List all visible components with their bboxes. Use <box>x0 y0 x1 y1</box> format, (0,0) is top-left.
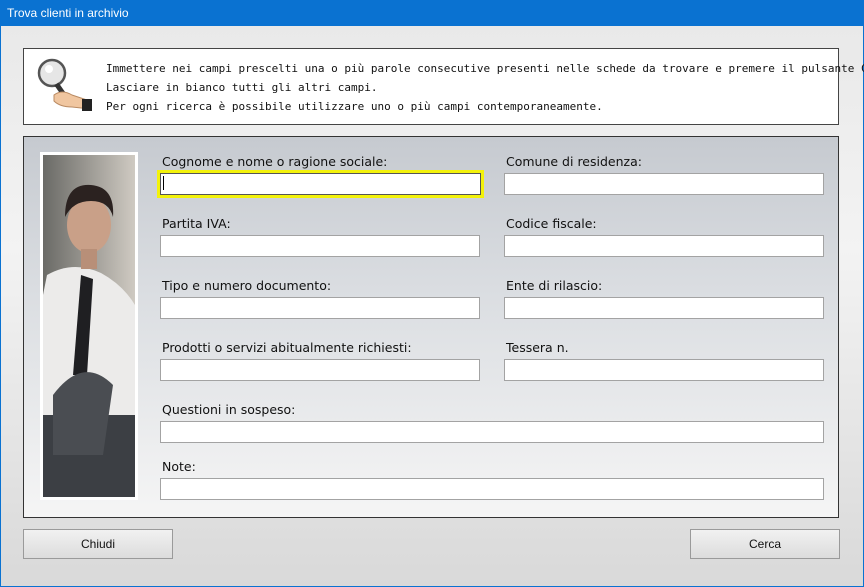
client-photo <box>40 152 138 500</box>
questioni-label: Questioni in sospeso: <box>162 402 296 417</box>
ente-input[interactable] <box>504 297 824 319</box>
questioni-input[interactable] <box>160 421 824 443</box>
documento-input[interactable] <box>160 297 480 319</box>
note-input[interactable] <box>160 478 824 500</box>
documento-label: Tipo e numero documento: <box>162 278 332 293</box>
cognome-nome-input[interactable] <box>157 170 484 198</box>
info-box: Immettere nei campi prescelti una o più … <box>23 48 864 125</box>
tessera-label: Tessera n. <box>506 340 569 355</box>
ente-label: Ente di rilascio: <box>506 278 603 293</box>
codice-fiscale-label: Codice fiscale: <box>506 216 597 231</box>
search-button[interactable]: Cerca <box>690 529 840 559</box>
window-title: Trova clienti in archivio <box>0 0 864 26</box>
info-line-1: Immettere nei campi prescelti una o più … <box>106 62 864 75</box>
close-button[interactable]: Chiudi <box>23 529 173 559</box>
codice-fiscale-input[interactable] <box>504 235 824 257</box>
note-label: Note: <box>162 459 196 474</box>
search-panel: Cognome e nome o ragione sociale: Comune… <box>23 136 839 518</box>
tessera-input[interactable] <box>504 359 824 381</box>
man-photo-image <box>43 155 135 497</box>
comune-input[interactable] <box>504 173 824 195</box>
text-caret <box>163 176 164 190</box>
info-line-2: Lasciare in bianco tutti gli altri campi… <box>106 81 378 94</box>
comune-label: Comune di residenza: <box>506 154 642 169</box>
magnifier-icon <box>37 58 92 111</box>
info-line-3: Per ogni ricerca è possibile utilizzare … <box>106 100 603 113</box>
cognome-nome-label: Cognome e nome o ragione sociale: <box>162 154 388 169</box>
prodotti-input[interactable] <box>160 359 480 381</box>
partita-iva-label: Partita IVA: <box>162 216 231 231</box>
partita-iva-input[interactable] <box>160 235 480 257</box>
dialog-body: Immettere nei campi prescelti una o più … <box>1 26 864 586</box>
prodotti-label: Prodotti o servizi abitualmente richiest… <box>162 340 412 355</box>
